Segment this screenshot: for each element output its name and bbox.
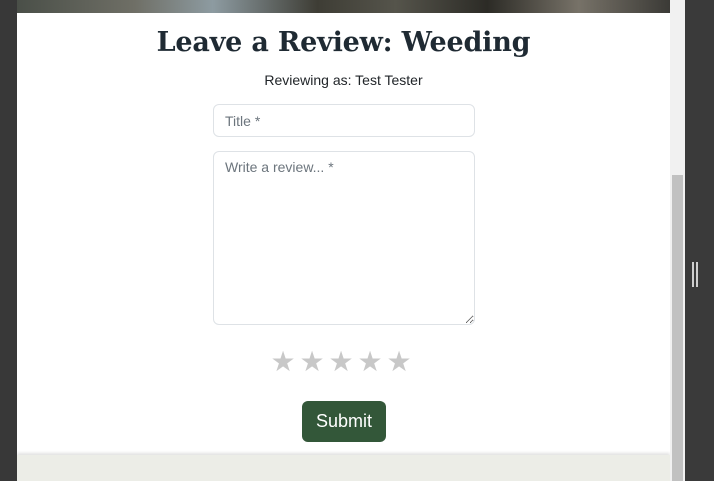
page-viewport: Leave a Review: Weeding Reviewing as: Te… [17,0,672,481]
hero-image-strip [17,0,670,13]
page-title: Leave a Review: Weeding [156,27,531,58]
star-icon[interactable]: ★ [270,345,296,379]
star-icon[interactable]: ★ [357,345,383,379]
review-title-input[interactable] [213,104,475,137]
review-form-section: Leave a Review: Weeding Reviewing as: Te… [17,13,670,455]
reviewing-as-text: Reviewing as: Test Tester [264,72,423,88]
footer-band [17,455,670,481]
pane-splitter[interactable] [685,0,714,481]
submit-button[interactable]: Submit [302,401,386,442]
page-scrollbar-thumb[interactable] [672,175,683,481]
vertical-grip-icon[interactable] [692,262,698,287]
star-icon[interactable]: ★ [328,345,354,379]
review-body-textarea[interactable] [213,151,475,325]
star-icon[interactable]: ★ [299,345,325,379]
star-icon[interactable]: ★ [386,345,412,379]
star-rating: ★ ★ ★ ★ ★ [270,345,412,379]
